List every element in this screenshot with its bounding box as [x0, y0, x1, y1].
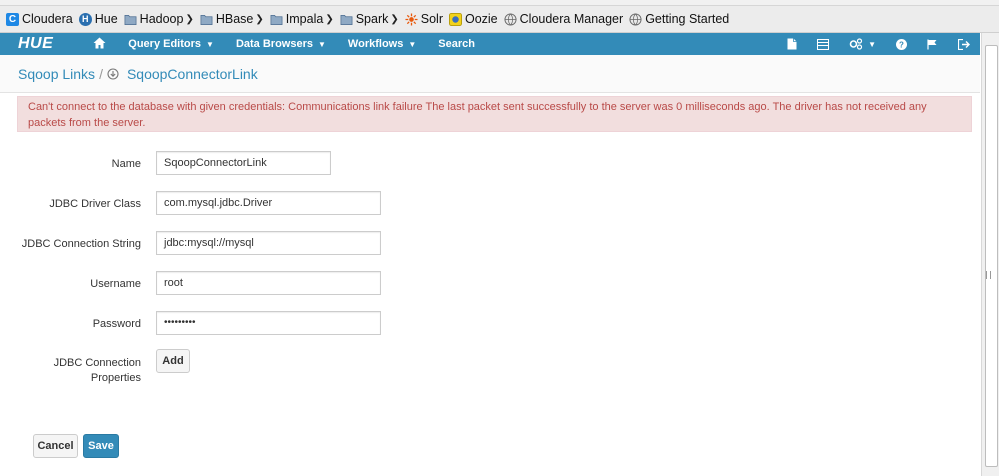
table-icon[interactable] — [817, 38, 830, 50]
username-field[interactable]: root — [156, 271, 381, 295]
hue-icon: H — [78, 12, 92, 26]
bookmark-label: Spark — [355, 12, 389, 26]
document-icon[interactable] — [787, 38, 797, 50]
error-alert: Can't connect to the database with given… — [17, 96, 972, 132]
chevron-down-icon: ❯ — [390, 13, 399, 25]
username-label: Username — [90, 278, 141, 290]
globe-icon — [629, 12, 642, 26]
chevron-down-icon: ❯ — [325, 13, 334, 25]
bookmark-label: Cloudera Manager — [519, 12, 624, 26]
bookmark-hue[interactable]: H Hue — [78, 9, 118, 29]
bookmark-getting-started[interactable]: Getting Started — [629, 9, 729, 29]
save-button[interactable]: Save — [83, 434, 119, 458]
add-property-button[interactable]: Add — [156, 349, 190, 373]
bookmark-folder-hadoop[interactable]: Hadoop ❯ — [124, 9, 194, 29]
nav-label: Data Browsers — [235, 38, 313, 50]
driver-class-label: JDBC Driver Class — [49, 198, 141, 210]
nav-query-editors[interactable]: Query Editors ▼ — [128, 38, 214, 50]
bookmark-label: Hadoop — [139, 12, 184, 26]
caret-down-icon: ▼ — [318, 39, 326, 49]
home-icon[interactable] — [93, 37, 106, 52]
cancel-button[interactable]: Cancel — [33, 434, 78, 458]
bookmark-label: Oozie — [464, 12, 498, 26]
chevron-down-icon: ❯ — [255, 13, 264, 25]
bookmark-label: Hue — [94, 12, 118, 26]
svg-text:?: ? — [899, 40, 904, 49]
breadcrumb-separator: / — [99, 65, 103, 82]
folder-icon — [270, 14, 283, 25]
name-field[interactable]: SqoopConnectorLink — [156, 151, 331, 175]
bookmark-label: Getting Started — [645, 12, 730, 26]
folder-icon — [200, 14, 213, 25]
flag-icon[interactable] — [927, 39, 938, 50]
breadcrumb-sqoop-links[interactable]: Sqoop Links — [18, 66, 95, 82]
cloudera-icon: C — [6, 12, 19, 26]
nav-label: Search — [438, 38, 475, 50]
bookmarks-bar: C Cloudera H Hue Hadoop ❯ HBase ❯ Impala ❯ … — [0, 6, 999, 33]
bookmark-oozie[interactable]: Oozie — [448, 9, 498, 29]
globe-icon — [504, 12, 517, 26]
nav-label: Query Editors — [128, 38, 202, 50]
bookmark-folder-spark[interactable]: Spark ❯ — [340, 9, 399, 29]
bookmark-label: Solr — [420, 12, 443, 26]
hue-logo[interactable]: HUE — [18, 35, 53, 53]
connection-properties-label-line2: Properties — [90, 372, 141, 384]
caret-down-icon: ▼ — [408, 39, 417, 49]
nav-data-browsers[interactable]: Data Browsers ▼ — [236, 38, 326, 50]
bookmark-label: HBase — [215, 12, 254, 26]
caret-down-icon: ▼ — [868, 39, 876, 49]
scrollbar-grip — [986, 271, 991, 279]
settings-icon[interactable]: ▼ — [849, 38, 876, 50]
driver-class-field[interactable]: com.mysql.jdbc.Driver — [156, 191, 381, 215]
help-icon[interactable]: ? — [896, 38, 907, 50]
password-field[interactable]: ••••••••• — [156, 311, 381, 335]
folder-icon — [340, 14, 353, 25]
bookmark-solr[interactable]: Solr — [405, 9, 443, 29]
navbar-right-icons: ▼ ? — [767, 33, 970, 55]
bookmark-label: Cloudera — [22, 12, 73, 26]
nav-workflows[interactable]: Workflows ▼ — [348, 38, 416, 50]
chevron-down-icon: ❯ — [185, 13, 194, 25]
connection-properties-label-line1: JDBC Connection — [53, 357, 141, 369]
hue-navbar: HUE Query Editors ▼ Data Browsers ▼ Workfl… — [0, 33, 980, 55]
download-circle-icon — [107, 67, 119, 80]
bookmark-folder-hbase[interactable]: HBase ❯ — [200, 9, 264, 29]
breadcrumb: Sqoop Links / SqoopConnectorLink — [0, 55, 980, 93]
error-message: Can't connect to the database with given… — [28, 101, 927, 129]
solr-icon — [405, 12, 418, 26]
breadcrumb-current: SqoopConnectorLink — [126, 65, 258, 82]
logout-icon[interactable] — [958, 38, 970, 50]
bookmark-folder-impala[interactable]: Impala ❯ — [270, 9, 334, 29]
bookmark-cloudera-manager[interactable]: Cloudera Manager — [504, 9, 624, 29]
nav-search[interactable]: Search — [438, 38, 475, 50]
nav-label: Workflows — [347, 38, 404, 50]
page-scrollbar[interactable] — [981, 33, 999, 476]
scrollbar-thumb[interactable] — [985, 45, 998, 467]
connection-string-field[interactable]: jdbc:mysql://mysql — [156, 231, 381, 255]
folder-icon — [124, 14, 137, 25]
password-label: Password — [92, 318, 141, 330]
name-label: Name — [111, 158, 141, 170]
bookmark-cloudera[interactable]: C Cloudera — [6, 9, 73, 29]
bookmark-label: Impala — [285, 12, 324, 26]
oozie-icon — [448, 12, 462, 26]
connection-string-label: JDBC Connection String — [21, 238, 141, 250]
caret-down-icon: ▼ — [206, 39, 214, 49]
connection-properties-label: JDBC Connection Properties — [0, 356, 141, 386]
